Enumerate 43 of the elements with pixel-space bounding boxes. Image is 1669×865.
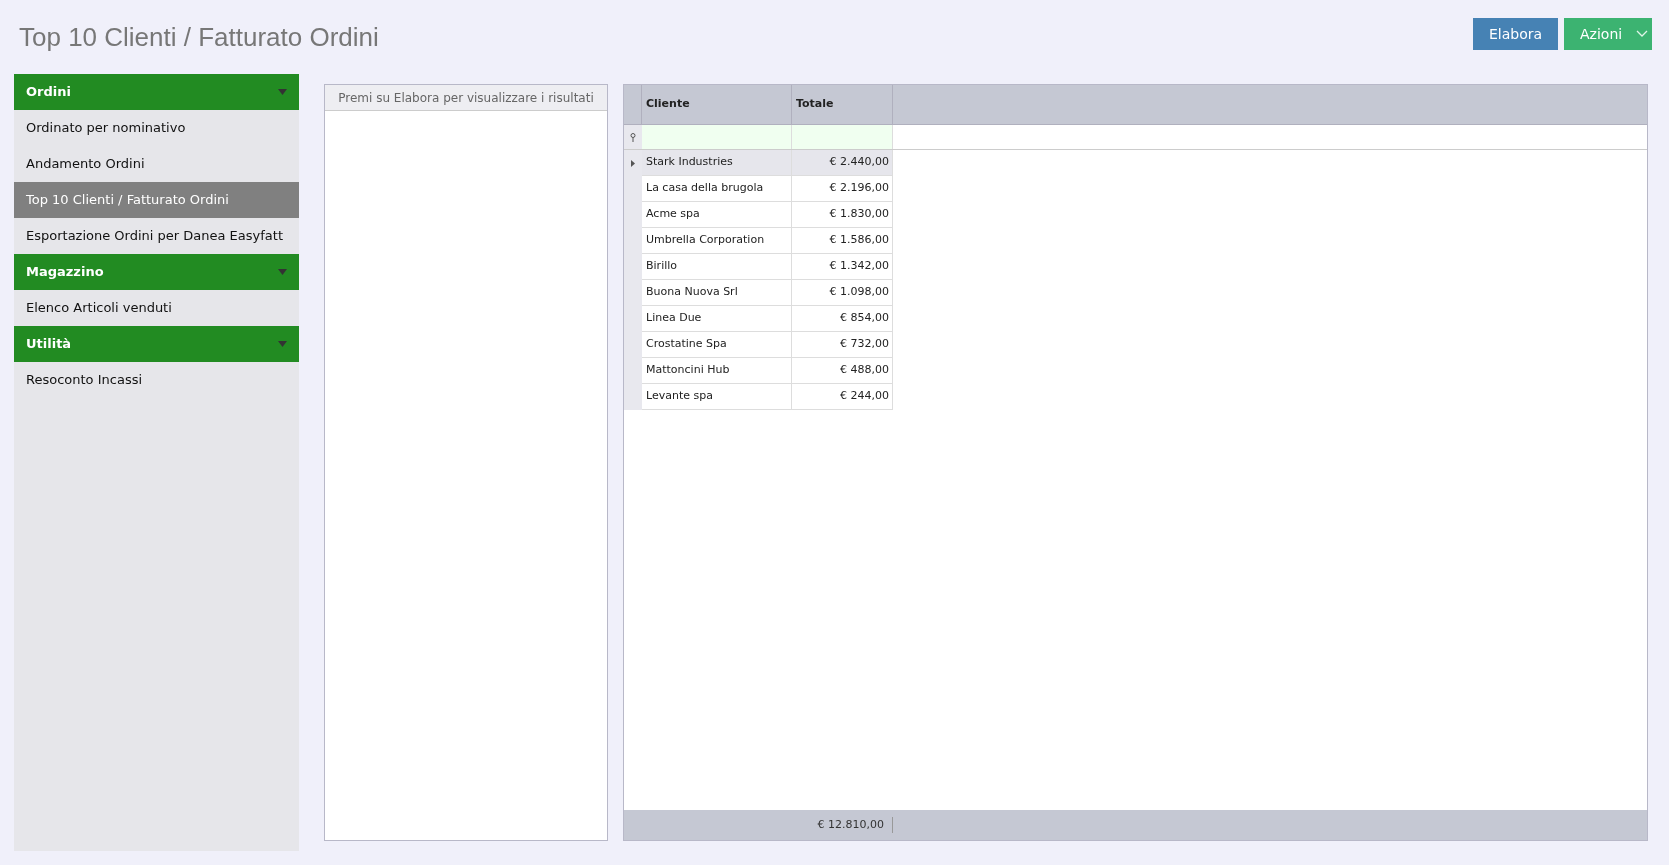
total-cell: € 12.810,00 [624,816,893,834]
table-cell: € 1.586,00 [792,228,893,254]
table-cell: € 1.342,00 [792,254,893,280]
table-cell: € 1.098,00 [792,280,893,306]
row-pointer-icon [631,159,635,167]
table-cell: € 2.440,00 [792,150,893,176]
table-cell: Levante spa [642,384,792,410]
table-cell: Mattoncini Hub [642,358,792,384]
caret-down-icon [278,269,287,275]
chevron-down-icon [1636,30,1649,38]
table-cell: € 244,00 [792,384,893,410]
table-cell: La casa della brugola [642,176,792,202]
table-cell: € 1.830,00 [792,202,893,228]
process-button[interactable]: Elabora [1473,18,1558,50]
sidebar-item[interactable]: Ordinato per nominativo [14,110,299,146]
sidebar-item[interactable]: Elenco Articoli venduti [14,290,299,326]
table-cell: Crostatine Spa [642,332,792,358]
filter-pin-icon [630,132,636,142]
column-header[interactable]: Cliente [642,85,792,124]
sidebar-item[interactable]: Andamento Ordini [14,146,299,182]
column-header[interactable]: Totale [792,85,893,124]
sidebar-item[interactable]: Resoconto Incassi [14,362,299,398]
table-cell: € 2.196,00 [792,176,893,202]
filter-cell[interactable] [642,125,792,149]
chart-message: Premi su Elabora per visualizzare i risultati [325,85,607,111]
table-cell: € 732,00 [792,332,893,358]
page-title: Top 10 Clienti / Fatturato Ordini [19,20,379,54]
table-cell: € 854,00 [792,306,893,332]
caret-down-icon [278,89,287,95]
table-cell: Birillo [642,254,792,280]
sidebar-item[interactable]: Esportazione Ordini per Danea Easyfatt [14,218,299,254]
table-cell: Buona Nuova Srl [642,280,792,306]
table-cell: Acme spa [642,202,792,228]
sidebar-group-header[interactable]: Utilità [14,326,299,362]
table-cell: € 488,00 [792,358,893,384]
table-cell: Umbrella Corporation [642,228,792,254]
table-cell: Linea Due [642,306,792,332]
sidebar-item[interactable]: Top 10 Clienti / Fatturato Ordini [14,182,299,218]
table-cell: Stark Industries [642,150,792,176]
sidebar-group-header[interactable]: Ordini [14,74,299,110]
sidebar-group-header[interactable]: Magazzino [14,254,299,290]
caret-down-icon [278,341,287,347]
filter-cell[interactable] [792,125,893,149]
